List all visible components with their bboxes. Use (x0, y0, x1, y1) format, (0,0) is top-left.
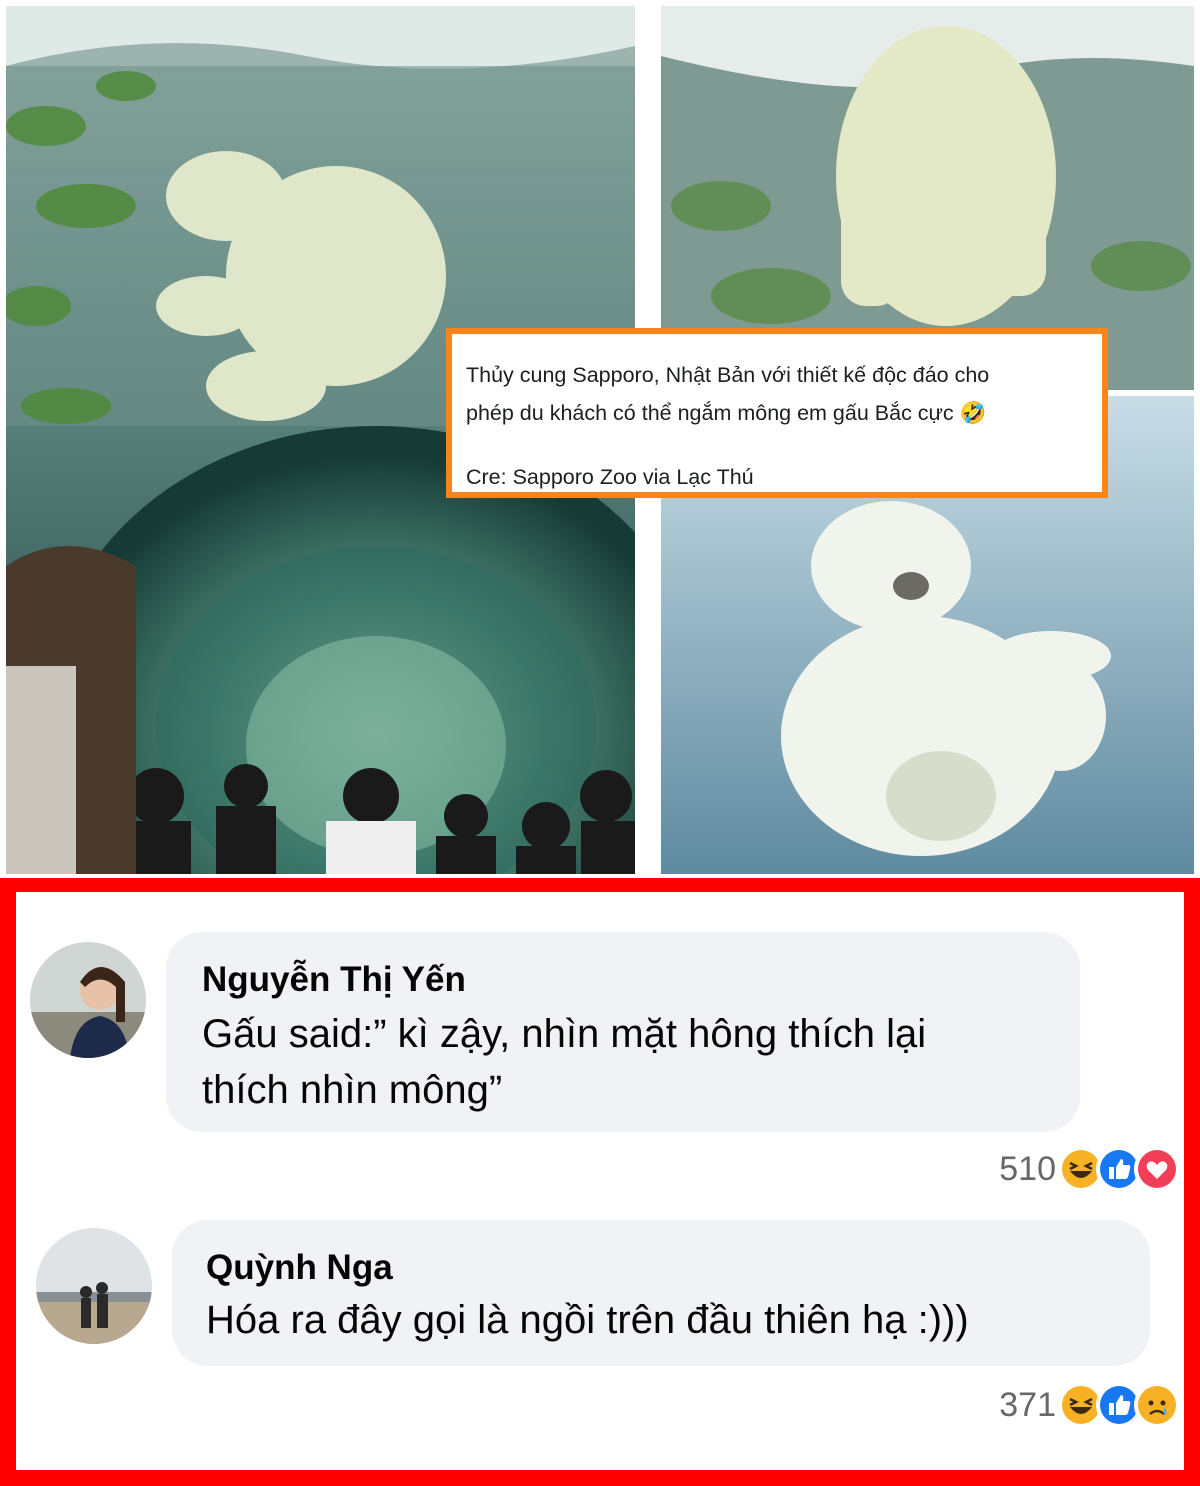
love-icon (1134, 1146, 1180, 1192)
comments-panel: Nguyễn Thị Yến Gấu said:” kì zậy, nhìn m… (0, 878, 1200, 1486)
comment-author[interactable]: Quỳnh Nga (206, 1246, 1116, 1290)
comment-bubble: Nguyễn Thị Yến Gấu said:” kì zậy, nhìn m… (166, 932, 1080, 1132)
comment-text-line-1: Gấu said:” kì zậy, nhìn mặt hông thích l… (202, 1012, 927, 1056)
reaction-count: 371 (999, 1385, 1056, 1424)
avatar[interactable] (30, 942, 146, 1058)
caption-line-1: Thủy cung Sapporo, Nhật Bản với thiết kế… (466, 363, 990, 387)
caption-credit: Cre: Sapporo Zoo via Lạc Thú (466, 465, 754, 489)
caption-line-2: phép du khách có thể ngắm mông em gấu Bắ… (466, 401, 987, 425)
reactions-summary[interactable]: 371 (999, 1382, 1180, 1428)
avatar[interactable] (36, 1228, 152, 1344)
photo-collage: Thủy cung Sapporo, Nhật Bản với thiết kế… (0, 0, 1200, 878)
post-caption: Thủy cung Sapporo, Nhật Bản với thiết kế… (446, 328, 1108, 498)
avatar-image (36, 1228, 152, 1344)
sad-icon (1134, 1382, 1180, 1428)
reactions-summary[interactable]: 510 (999, 1146, 1180, 1192)
comment-text-line-1: Hóa ra đây gọi là ngồi trên đầu thiên hạ… (206, 1298, 969, 1342)
reaction-count: 510 (999, 1149, 1056, 1188)
comment-author[interactable]: Nguyễn Thị Yến (202, 958, 1044, 1002)
comment-bubble: Quỳnh Nga Hóa ra đây gọi là ngồi trên đầ… (172, 1220, 1150, 1366)
comment-text-line-2: thích nhìn mông” (202, 1068, 503, 1112)
avatar-image (30, 942, 146, 1058)
